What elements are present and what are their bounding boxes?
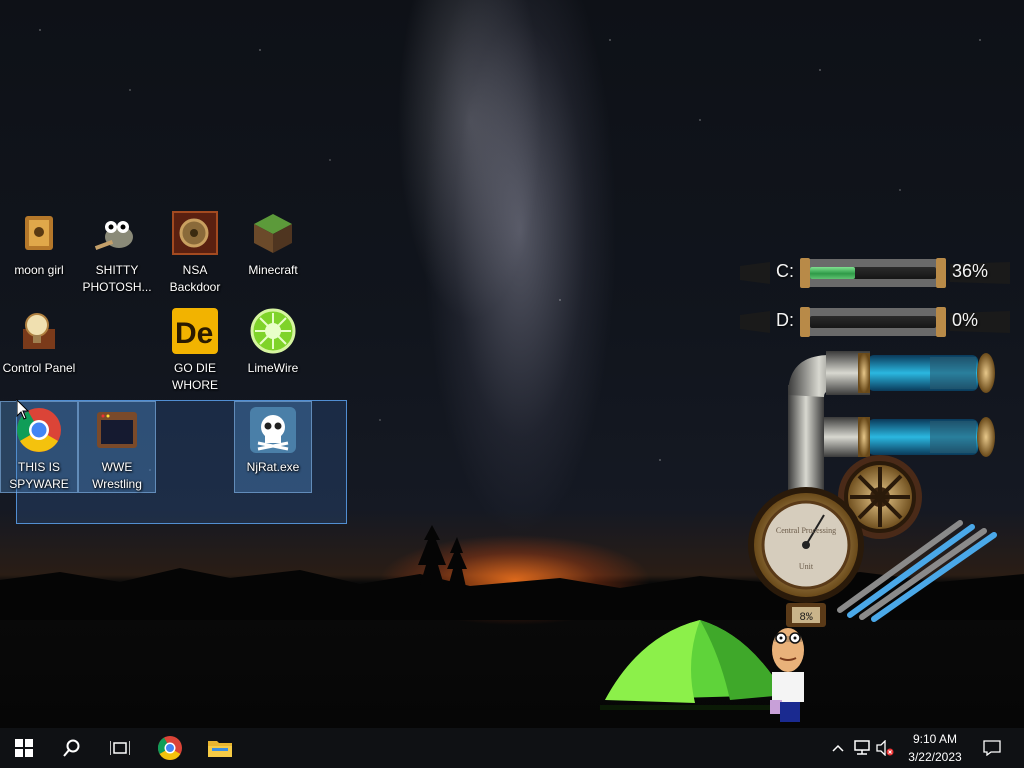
start-button[interactable] xyxy=(0,728,48,768)
desktop-icon-minecraft[interactable]: Minecraft xyxy=(234,205,312,297)
taskbar: 9:10 AM 3/22/2023 xyxy=(0,728,1024,768)
desktop-icon-limewire[interactable]: LimeWire xyxy=(234,303,312,395)
desktop-icon-nsa-backdoor[interactable]: NSA Backdoor xyxy=(156,205,234,297)
icon-label: Minecraft xyxy=(248,263,298,277)
desktop-icon-go-die[interactable]: De GO DIE WHORE xyxy=(156,303,234,395)
steampunk-cpu-widget: Central Processing Unit 8% xyxy=(748,351,997,627)
network-icon xyxy=(854,740,870,755)
mouse-pointer-icon xyxy=(16,399,30,420)
task-view-icon xyxy=(110,741,130,755)
minecraft-block-icon xyxy=(249,209,297,257)
desktop-icon-moon-girl[interactable]: moon girl xyxy=(0,205,78,297)
taskbar-file-explorer[interactable] xyxy=(196,728,244,768)
app-window-icon xyxy=(93,406,141,454)
start-icon xyxy=(15,739,33,757)
search-icon xyxy=(63,739,80,757)
network-button[interactable] xyxy=(850,728,874,768)
chevron-up-icon xyxy=(832,744,844,752)
tree-silhouette xyxy=(418,525,467,587)
clock-date: 3/22/2023 xyxy=(908,750,962,764)
skull-icon xyxy=(249,406,297,454)
dial-caption-top: Central Processing xyxy=(776,526,836,535)
icon-label: THIS IS SPYWARE xyxy=(9,460,69,491)
desktop-icon-control-panel[interactable]: Control Panel xyxy=(0,303,78,395)
dial-caption-bottom: Unit xyxy=(799,562,814,571)
icon-label: GO DIE WHORE xyxy=(172,361,218,392)
action-center-button[interactable] xyxy=(978,728,1006,768)
show-hidden-icons-button[interactable] xyxy=(828,728,848,768)
icon-label: WWE Wrestling xyxy=(92,460,142,491)
drive-label: C: xyxy=(776,261,794,281)
icon-label: Control Panel xyxy=(2,361,76,375)
task-view-button[interactable] xyxy=(96,728,144,768)
svg-text:De: De xyxy=(175,317,213,350)
desktop-icon-gimp[interactable]: SHITTY PHOTOSH... xyxy=(78,205,156,297)
taskbar-clock[interactable]: 9:10 AM 3/22/2023 xyxy=(896,730,974,766)
icon-label: NjRat.exe xyxy=(246,460,300,474)
desktop-icon-njrat[interactable]: NjRat.exe xyxy=(234,401,312,493)
volume-muted-icon xyxy=(876,740,894,756)
volume-button[interactable] xyxy=(874,728,896,768)
icon-label: LimeWire xyxy=(247,361,299,375)
file-explorer-icon xyxy=(208,741,232,757)
chrome-icon xyxy=(157,736,182,761)
icon-label: moon girl xyxy=(14,263,64,277)
drive-gauge-c: C: 36% xyxy=(740,256,1010,290)
clock-time: 9:10 AM xyxy=(912,732,958,746)
gauge-track xyxy=(810,316,936,328)
icon-label: SHITTY PHOTOSH... xyxy=(82,263,152,294)
icon-label: NSA Backdoor xyxy=(169,263,221,294)
desktop-icon-wwe-wrestling[interactable]: WWE Wrestling xyxy=(78,401,156,493)
cartoon-character-hank-hill[interactable] xyxy=(766,614,810,726)
desktop-icon-chrome-spyware[interactable]: THIS IS SPYWARE xyxy=(0,401,78,493)
notification-icon xyxy=(983,740,1001,756)
lightbulb-icon xyxy=(15,307,63,355)
drive-gauge-d: D: 0% xyxy=(740,305,1010,339)
gimp-icon xyxy=(93,209,141,257)
drive-percent: 36% xyxy=(952,261,989,281)
dreamweaver-icon: De xyxy=(171,307,219,355)
drive-label: D: xyxy=(776,310,794,330)
drive-percent: 0% xyxy=(952,310,979,330)
steampunk-gear-icon xyxy=(171,209,219,257)
gauge-fill xyxy=(810,267,855,279)
taskbar-chrome[interactable] xyxy=(146,728,194,768)
limewire-icon xyxy=(249,307,297,355)
folder-book-icon xyxy=(15,209,63,257)
search-button[interactable] xyxy=(48,728,96,768)
